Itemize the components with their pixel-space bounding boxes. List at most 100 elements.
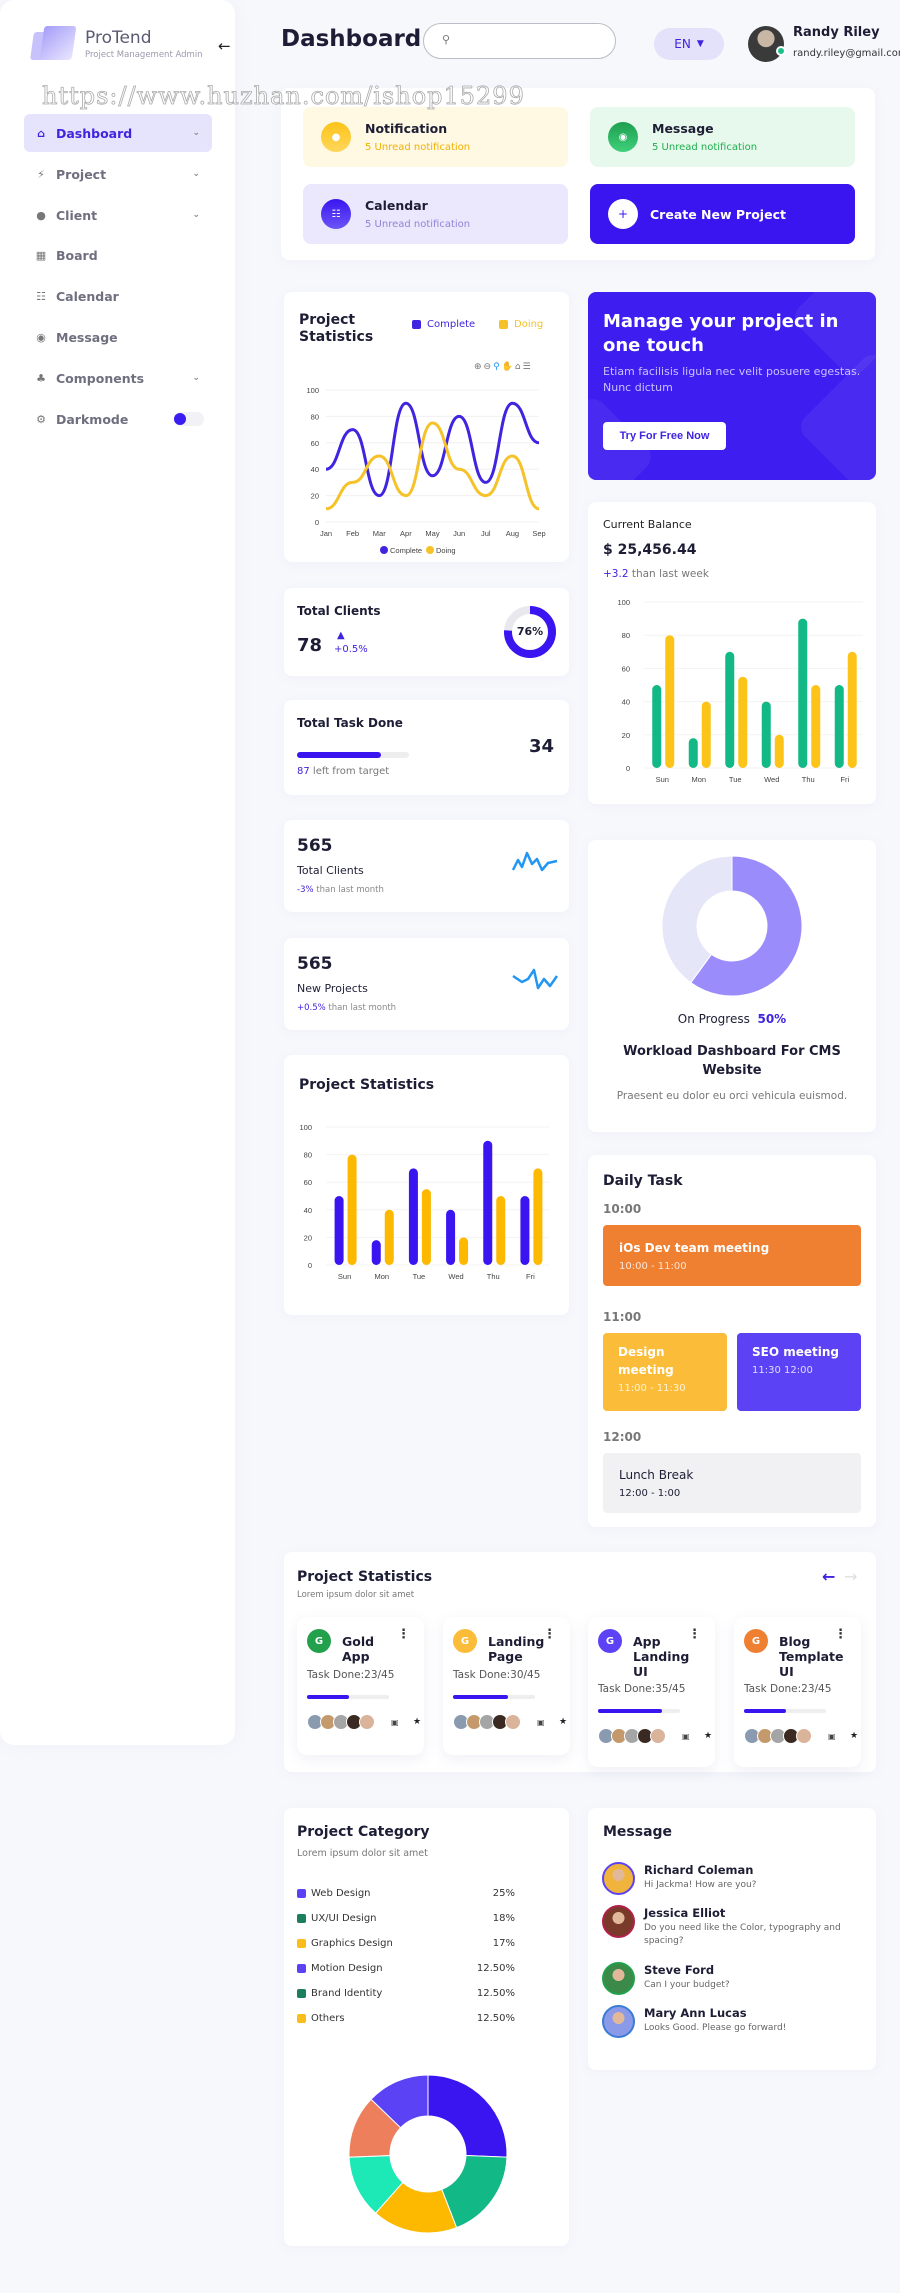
category-label: UX/UI Design <box>311 1913 377 1924</box>
sidebar-item-board[interactable]: ▦ Board <box>24 236 212 274</box>
category-percent: 12.50% <box>476 2013 515 2024</box>
task-item[interactable]: iOs Dev team meeting 10:00 - 11:00 <box>603 1225 861 1286</box>
category-percent: 12.50% <box>476 1963 515 1974</box>
stat-total-clients-card: 565 Total Clients -3% than last month <box>284 820 569 912</box>
sidebar-item-label: Client <box>56 207 98 223</box>
star-icon[interactable]: ★ <box>850 1731 858 1741</box>
bar-thu-1 <box>496 1196 506 1265</box>
calendar-icon[interactable]: ▣ <box>537 1718 545 1727</box>
category-color-swatch <box>297 1914 306 1923</box>
zoom-out-icon[interactable]: ⊖ <box>484 362 494 372</box>
notification-tile[interactable]: ● Notification 5 Unread notification <box>303 107 568 167</box>
bar-wed-1 <box>774 734 784 768</box>
sidebar-item-client[interactable]: ● Client ⌄ <box>24 196 212 234</box>
sidebar-item-calendar[interactable]: ☷ Calendar <box>24 277 212 315</box>
next-arrow-icon[interactable]: → <box>844 1567 857 1586</box>
bar-sun-1 <box>347 1154 357 1265</box>
more-vertical-icon[interactable]: ⋮ <box>543 1627 556 1642</box>
message-tile[interactable]: ◉ Message 5 Unread notification <box>590 107 855 167</box>
category-row: UX/UI Design 18% <box>297 1913 515 1924</box>
star-icon[interactable]: ★ <box>704 1731 712 1741</box>
legend-complete[interactable]: Complete <box>412 319 475 330</box>
sidebar-item-project[interactable]: ⚡ Project ⌄ <box>24 155 212 193</box>
x-tick-label: Feb <box>346 529 359 538</box>
task-item[interactable]: Design meeting 11:00 - 11:30 <box>603 1333 727 1411</box>
message-avatar <box>602 1962 635 1995</box>
sidebar-item-components[interactable]: ♣ Components ⌄ <box>24 359 212 397</box>
bar-sun-0 <box>652 685 662 768</box>
bar-tue-1 <box>738 676 748 768</box>
category-row: Brand Identity 12.50% <box>297 1988 515 1999</box>
zoom-in-icon[interactable]: ⊕ <box>474 362 484 372</box>
sidebar-item-dashboard[interactable]: ⌂ Dashboard ⌄ <box>24 114 212 152</box>
task-item[interactable]: Lunch Break 12:00 - 1:00 <box>603 1453 861 1513</box>
total-clients-value: 78 <box>297 635 323 656</box>
darkmode-toggle[interactable] <box>174 412 204 426</box>
calendar-icon[interactable]: ▣ <box>391 1718 399 1727</box>
create-new-project-button[interactable]: + Create New Project <box>590 184 855 244</box>
project-name: Gold App <box>342 1634 375 1664</box>
project-initial-badge: G <box>744 1629 768 1653</box>
bolt-icon: ⚡ <box>37 167 45 181</box>
bar-tue-0 <box>725 651 735 768</box>
pan-hand-icon[interactable]: ✋ <box>502 362 515 372</box>
try-free-button[interactable]: Try For Free Now <box>603 422 726 450</box>
menu-icon[interactable]: ☰ <box>523 362 533 372</box>
project-card[interactable]: G Blog Template UI ⋮ Task Done:23/45 ▣ ★ <box>734 1617 861 1767</box>
grid-icon: ▦ <box>35 248 47 262</box>
star-icon[interactable]: ★ <box>559 1717 567 1727</box>
category-title: Project Category <box>297 1824 430 1840</box>
x-tick-label: Wed <box>764 775 779 784</box>
project-card[interactable]: G App Landing UI ⋮ Task Done:35/45 ▣ ★ <box>588 1617 715 1767</box>
reset-home-icon[interactable]: ⌂ <box>515 362 523 372</box>
create-new-project-label: Create New Project <box>650 206 786 222</box>
message-item[interactable]: Richard Coleman Hi Jackma! How are you? <box>602 1862 872 1902</box>
project-category-card: Project Category Lorem ipsum dolor sit a… <box>284 1808 569 2246</box>
message-item[interactable]: Steve Ford Can I your budget? <box>602 1962 872 2002</box>
project-initial-badge: G <box>307 1629 331 1653</box>
bar-mon-0 <box>371 1240 381 1265</box>
y-tick-label: 80 <box>622 631 630 640</box>
projects-subtitle: Lorem ipsum dolor sit amet <box>297 1590 415 1600</box>
user-avatar[interactable] <box>748 26 786 62</box>
workload-card: On Progress 50% Workload Dashboard For C… <box>588 840 876 1132</box>
chat-bubble-icon: ◉ <box>608 122 638 152</box>
x-tick-label: Sep <box>532 529 545 538</box>
x-tick-label: Mar <box>373 529 386 538</box>
project-card[interactable]: G Landing Page ⋮ Task Done:30/45 ▣ ★ <box>443 1617 570 1755</box>
message-sender: Mary Ann Lucas <box>644 2006 747 2020</box>
calendar-icon[interactable]: ▣ <box>828 1732 836 1741</box>
legend-doing[interactable]: Doing <box>499 319 543 330</box>
x-tick-label: Thu <box>487 1272 500 1281</box>
sidebar-item-message[interactable]: ◉ Message <box>24 318 212 356</box>
task-done-text: Task Done:23/45 <box>744 1683 832 1695</box>
message-avatar <box>602 2005 635 2038</box>
language-select[interactable]: EN ▼ <box>654 28 724 60</box>
calendar-icon[interactable]: ▣ <box>682 1732 690 1741</box>
ring-label: 76% <box>516 625 544 638</box>
message-item[interactable]: Mary Ann Lucas Looks Good. Please go for… <box>602 2005 872 2045</box>
tile-title: Notification <box>365 121 448 136</box>
more-vertical-icon[interactable]: ⋮ <box>397 1627 410 1642</box>
category-row: Graphics Design 17% <box>297 1938 515 1949</box>
search-icon: ⚲ <box>442 33 451 46</box>
collapse-sidebar-arrow-icon[interactable]: ← <box>218 37 231 55</box>
task-done-text: Task Done:30/45 <box>453 1669 541 1681</box>
category-color-swatch <box>297 1989 306 1998</box>
star-icon[interactable]: ★ <box>413 1717 421 1727</box>
more-vertical-icon[interactable]: ⋮ <box>834 1627 847 1642</box>
message-sender: Richard Coleman <box>644 1863 754 1877</box>
search-input[interactable] <box>460 30 605 52</box>
chevron-down-icon: ⌄ <box>192 128 200 138</box>
bar-thu-0 <box>798 618 808 768</box>
project-card[interactable]: G Gold App ⋮ Task Done:23/45 ▣ ★ <box>297 1617 424 1755</box>
prev-arrow-icon[interactable]: ← <box>822 1567 835 1586</box>
message-item[interactable]: Jessica Elliot Do you need like the Colo… <box>602 1905 872 1946</box>
task-item[interactable]: SEO meeting 11:30 12:00 <box>737 1333 861 1411</box>
team-avatar <box>505 1714 521 1730</box>
calendar-tile[interactable]: ☷ Calendar 5 Unread notification <box>303 184 568 244</box>
more-vertical-icon[interactable]: ⋮ <box>688 1627 701 1642</box>
y-tick-label: 80 <box>304 1151 312 1160</box>
zoom-select-icon[interactable]: ⚲ <box>493 362 502 372</box>
project-name: Landing Page <box>488 1634 545 1664</box>
